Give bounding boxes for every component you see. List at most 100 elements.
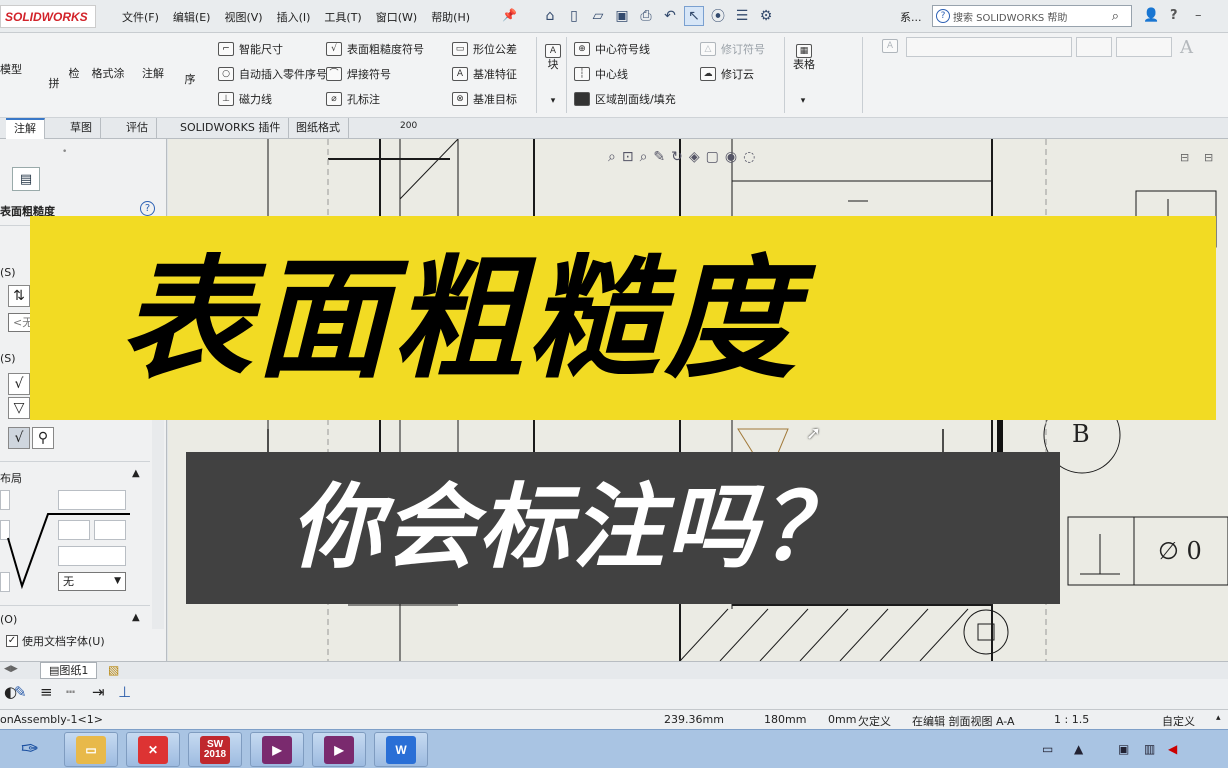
rotate-icon[interactable]: ↻ <box>671 149 683 165</box>
status-scale[interactable]: 1 : 1.5 <box>1054 713 1089 726</box>
open-folder-icon[interactable]: ▱ <box>588 6 608 26</box>
restore-view-icon[interactable]: ⊟ <box>1180 151 1189 164</box>
menu-file[interactable]: 文件(F) <box>122 9 159 25</box>
select-arrow-icon[interactable]: ↖ <box>684 6 704 26</box>
ribbon-table[interactable]: ▦ 表格 <box>790 43 818 71</box>
color-display-icon[interactable]: ⊥ <box>118 683 131 701</box>
menu-window[interactable]: 窗口(W) <box>376 9 417 25</box>
home-icon[interactable]: ⌂ <box>540 6 560 26</box>
ribbon-block[interactable]: A块 <box>542 43 564 71</box>
view-orientation-icon[interactable]: ▢ <box>706 149 719 165</box>
tab-evaluate[interactable]: 评估 <box>118 118 157 139</box>
ribbon-datum-feature[interactable]: A 基准特征 <box>452 66 517 82</box>
ribbon-datum-target[interactable]: ⊗ 基准目标 <box>452 91 517 107</box>
sheet-tab-1[interactable]: ▤图纸1 <box>40 662 98 679</box>
ribbon-check[interactable]: 检 <box>66 67 82 80</box>
taskbar-solidworks[interactable]: SW 2018 <box>188 732 242 767</box>
panel-grip[interactable]: • <box>62 147 67 157</box>
layout-section-header[interactable]: 布局 <box>0 470 22 486</box>
basic-symbol-icon[interactable]: √ <box>8 373 30 395</box>
print-icon[interactable]: ⎙ <box>636 6 656 26</box>
menu-insert[interactable]: 插入(I) <box>277 9 311 25</box>
keyboard-icon[interactable]: ▭ <box>1042 742 1053 756</box>
previous-view-icon[interactable]: ⌕ <box>640 149 648 165</box>
collapse-layout-icon[interactable]: ▲ <box>132 468 140 479</box>
close-view-icon[interactable]: ⊟ <box>1204 151 1213 164</box>
style-update-icon[interactable]: ⇅ <box>8 285 30 307</box>
taskbar-wps[interactable]: ✕ <box>126 732 180 767</box>
user-icon[interactable]: 👤 <box>1143 8 1159 23</box>
menu-view[interactable]: 视图(V) <box>224 9 262 25</box>
new-document-icon[interactable]: ▯ <box>564 6 584 26</box>
ribbon-spell-check[interactable]: 拼 <box>44 77 64 90</box>
solidworks-logo[interactable]: SOLIDWORKS <box>0 5 96 28</box>
system-label[interactable]: 系... <box>900 9 922 25</box>
zoom-to-fit-icon[interactable]: ⌕ <box>608 149 616 165</box>
table-dropdown-icon[interactable]: ▾ <box>796 95 810 108</box>
roughness-field-a[interactable] <box>0 490 10 510</box>
display-style-icon[interactable]: ◈ <box>689 149 700 165</box>
ribbon-model-items[interactable]: 模型 <box>0 63 22 76</box>
taskbar-recorder[interactable]: ▶ <box>250 732 304 767</box>
line-color-icon[interactable]: ✎ <box>14 683 27 701</box>
ribbon-linear-pattern[interactable]: 序 <box>170 73 210 86</box>
tab-annotation[interactable]: 注解 <box>6 118 45 139</box>
tab-sketch[interactable]: 草图 <box>62 118 101 139</box>
local-symbol-icon[interactable]: √ <box>8 427 30 449</box>
units-dropdown-icon[interactable]: ▴ <box>1216 713 1221 723</box>
ribbon-geometric-tolerance[interactable]: ▭ 形位公差 <box>452 41 517 57</box>
ribbon-format-painter[interactable]: 格式涂 <box>88 67 128 80</box>
sheet-nav-arrows[interactable]: ◀▶ <box>4 664 18 674</box>
options-gear-icon[interactable]: ⚙ <box>756 6 776 26</box>
collapse-font-icon[interactable]: ▲ <box>132 612 140 623</box>
ribbon-hole-callout[interactable]: ⌀ 孔标注 <box>326 91 380 107</box>
taskbar-recorder-2[interactable]: ▶ <box>312 732 366 767</box>
minimize-icon[interactable]: – <box>1195 8 1202 23</box>
block-dropdown-icon[interactable]: ▾ <box>546 95 560 108</box>
symbol-section-header[interactable]: (S) <box>0 352 16 365</box>
file-properties-icon[interactable]: ☰ <box>732 6 752 26</box>
sketch-icon[interactable]: ✎ <box>653 149 665 165</box>
taskbar-wps-office[interactable]: W <box>374 732 428 767</box>
ribbon-centerline[interactable]: ┆ 中心线 <box>574 66 628 82</box>
menu-help[interactable]: 帮助(H) <box>431 9 470 25</box>
ribbon-center-mark[interactable]: ⊕ 中心符号线 <box>574 41 650 57</box>
roughness-field-b[interactable] <box>58 490 126 510</box>
network-icon[interactable]: ▥ <box>1144 742 1155 756</box>
tray-expand-icon[interactable]: ▲ <box>1074 742 1083 756</box>
help-question-icon[interactable]: ? <box>1170 8 1178 23</box>
panel-help-icon[interactable]: ? <box>140 201 155 216</box>
hide-show-edges-icon[interactable]: ⇥ <box>92 683 105 701</box>
ribbon-revision-cloud[interactable]: ☁ 修订云 <box>700 66 754 82</box>
ribbon-area-hatch[interactable]: 区域剖面线/填充 <box>574 91 676 107</box>
ribbon-auto-balloon[interactable]: ○ 自动插入零件序号 <box>218 66 327 82</box>
menu-edit[interactable]: 编辑(E) <box>173 9 211 25</box>
tab-sheet-format[interactable]: 图纸格式 <box>288 118 349 139</box>
property-manager-tab[interactable]: ▤ <box>12 167 40 191</box>
ribbon-weld-symbol[interactable]: ⌒ 焊接符号 <box>326 66 391 82</box>
traffic-light-icon[interactable]: ⦿ <box>708 6 728 26</box>
style-section-header[interactable]: (S) <box>0 266 16 279</box>
ribbon-surface-finish[interactable]: √ 表面粗糙度符号 <box>326 41 424 57</box>
jis-basic-icon[interactable]: ▽ <box>8 397 30 419</box>
ribbon-smart-dimension[interactable]: ⌐ 智能尺寸 <box>218 41 283 57</box>
status-units[interactable]: 自定义 <box>1162 713 1195 729</box>
font-section-header[interactable]: (O) <box>0 613 17 626</box>
start-button[interactable]: ✑ <box>4 732 56 767</box>
add-sheet-icon[interactable]: ▧ <box>108 663 119 677</box>
line-thickness-icon[interactable]: ≡ <box>40 683 53 701</box>
leader-symbol-icon[interactable]: ⚲ <box>32 427 54 449</box>
ribbon-note[interactable]: 注解 <box>142 67 164 80</box>
ribbon-magnetic-line[interactable]: ⊥ 磁力线 <box>218 91 272 107</box>
volume-muted-icon[interactable]: ◀ <box>1168 742 1177 756</box>
help-search-input[interactable]: ? 搜索 SOLIDWORKS 帮助 ⌕ <box>932 5 1132 27</box>
lightbulb-icon[interactable]: ◌ <box>743 149 755 165</box>
tab-solidworks-addins[interactable]: SOLIDWORKS 插件 <box>172 118 290 139</box>
pin-icon[interactable]: 📌 <box>502 8 517 22</box>
action-center-icon[interactable]: ▣ <box>1118 742 1129 756</box>
save-icon[interactable]: ▣ <box>612 6 632 26</box>
taskbar-explorer[interactable]: ▭ <box>64 732 118 767</box>
line-style-icon[interactable]: ┅ <box>66 683 75 701</box>
roughness-field-g[interactable] <box>0 572 10 592</box>
menu-tools[interactable]: 工具(T) <box>324 9 361 25</box>
